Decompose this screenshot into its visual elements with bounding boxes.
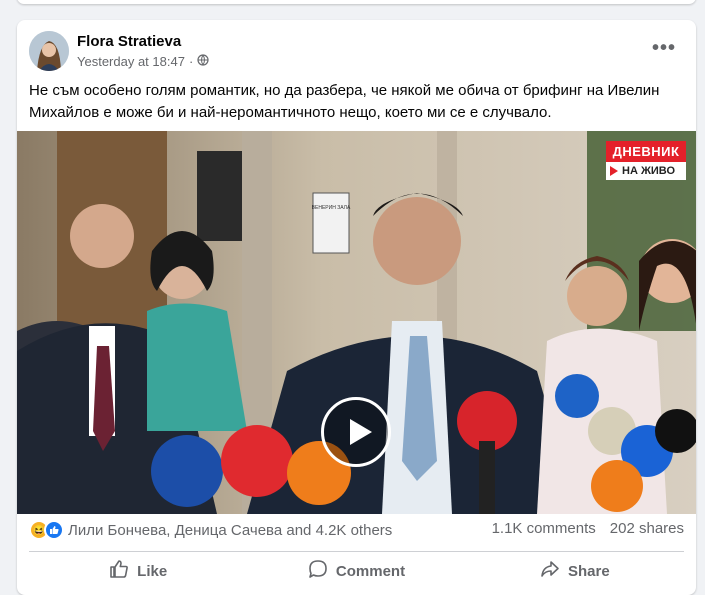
share-arrow-icon	[540, 559, 560, 583]
channel-name: ДНЕВНИК	[606, 141, 686, 162]
reactors-text[interactable]: Лили Бончева, Деница Сачева and 4.2K oth…	[68, 522, 392, 539]
thumbs-up-icon	[109, 559, 129, 583]
meta-separator: ·	[188, 54, 194, 69]
share-label: Share	[567, 562, 610, 580]
live-arrow-icon	[610, 166, 618, 176]
like-label: Like	[137, 562, 168, 580]
actions-divider	[29, 551, 684, 552]
post-meta: Yesterday at 18:47 ·	[77, 54, 209, 69]
comments-count[interactable]: 1.1K comments	[492, 520, 596, 537]
like-icon	[44, 520, 64, 540]
comment-label: Comment	[335, 562, 406, 580]
video-player[interactable]: ВЕНЕРИН ЗАЛА ДНЕВНИК НА ЖИВО	[17, 131, 696, 514]
post-text: Не съм особено голям романтик, но да раз…	[29, 82, 660, 121]
avatar[interactable]	[29, 31, 69, 71]
live-label: НА ЖИВО	[622, 165, 676, 177]
comment-bubble-icon	[308, 559, 328, 583]
live-channel-badge: ДНЕВНИК НА ЖИВО	[606, 141, 686, 180]
live-indicator: НА ЖИВО	[606, 162, 686, 180]
post-stats: 😆 Лили Бончева, Деница Сачева and 4.2K o…	[29, 520, 684, 544]
wall-sign-text: ВЕНЕРИН ЗАЛА	[312, 205, 351, 211]
comment-button[interactable]: Comment	[247, 554, 465, 588]
shares-count[interactable]: 202 shares	[610, 520, 684, 537]
author-name[interactable]: Flora Stratieva	[77, 33, 181, 50]
like-button[interactable]: Like	[29, 554, 247, 588]
more-options-icon[interactable]: •••	[652, 37, 676, 60]
globe-icon	[197, 54, 209, 69]
post-card: Flora Stratieva Yesterday at 18:47 · •••…	[17, 20, 696, 595]
post-actions: Like Comment Share	[29, 554, 684, 588]
engagement-counts: 1.1K comments 202 shares	[492, 520, 684, 537]
post-timestamp[interactable]: Yesterday at 18:47	[77, 54, 185, 69]
post-header: Flora Stratieva Yesterday at 18:47 · •••	[29, 31, 684, 73]
play-icon[interactable]	[321, 397, 391, 467]
reactions-summary[interactable]: 😆 Лили Бончева, Деница Сачева and 4.2K o…	[29, 520, 392, 540]
previous-post-card	[17, 0, 696, 4]
share-button[interactable]: Share	[466, 554, 684, 588]
